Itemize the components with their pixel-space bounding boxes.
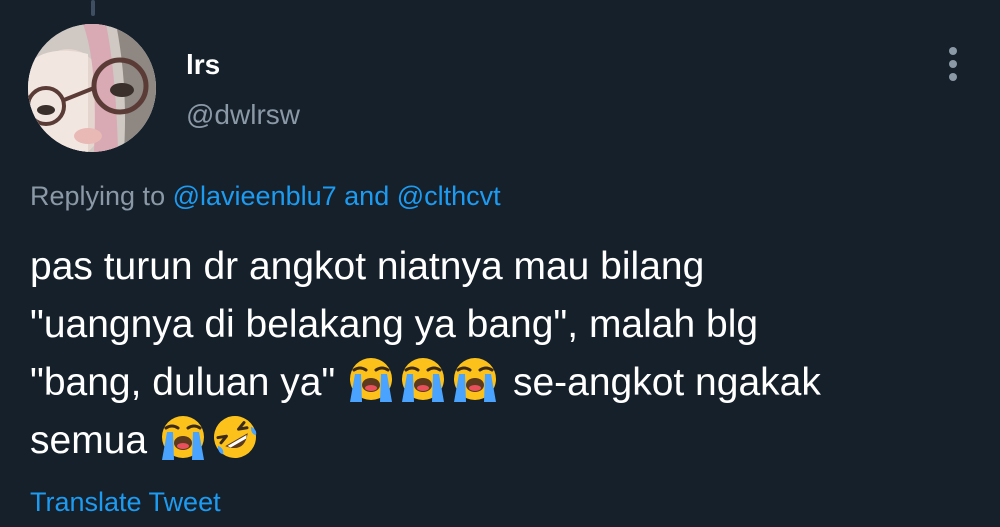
tweet-text-segment: "bang, duluan ya" — [30, 361, 336, 404]
replying-to-prefix: Replying to — [30, 181, 166, 211]
tweet-text-segment: semua — [30, 419, 148, 462]
author-handle[interactable]: @dwlrsw — [186, 98, 300, 132]
avatar[interactable] — [28, 24, 156, 152]
loudly-crying-face-icon — [398, 354, 448, 404]
replying-to-line: Replying to @lavieenblu7 and @clthcvt — [30, 178, 501, 214]
tweet-text: pas turun dr angkot niatnya mau bilang "… — [30, 238, 990, 470]
translate-tweet-link[interactable]: Translate Tweet — [30, 484, 221, 520]
more-options-button[interactable] — [938, 44, 968, 84]
more-options-icon — [949, 47, 957, 55]
tweet-text-segment: "uangnya di belakang ya bang", malah blg — [30, 303, 759, 346]
tweet-text-segment: se-angkot ngakak — [512, 361, 821, 404]
tweet-text-line: "uangnya di belakang ya bang", malah blg — [30, 296, 990, 354]
avatar-photo — [28, 24, 156, 152]
tweet-text-line: pas turun dr angkot niatnya mau bilang — [30, 238, 990, 296]
mention-link[interactable]: @clthcvt — [397, 181, 501, 211]
loudly-crying-face-icon — [450, 354, 500, 404]
rolling-on-the-floor-laughing-icon — [210, 412, 260, 462]
mention-link[interactable]: @lavieenblu7 — [173, 181, 337, 211]
thread-connector-line — [91, 0, 95, 16]
author-display-name[interactable]: lrs — [186, 48, 220, 82]
loudly-crying-face-icon — [346, 354, 396, 404]
tweet-text-segment: pas turun dr angkot niatnya mau bilang — [30, 245, 705, 288]
mention-connector[interactable]: and — [344, 181, 389, 211]
tweet-text-line: "bang, duluan ya" se-angkot ngakak — [30, 354, 990, 412]
tweet-text-line: semua — [30, 412, 990, 470]
more-options-dot — [949, 60, 957, 68]
loudly-crying-face-icon — [158, 412, 208, 462]
more-options-dot — [949, 73, 957, 81]
